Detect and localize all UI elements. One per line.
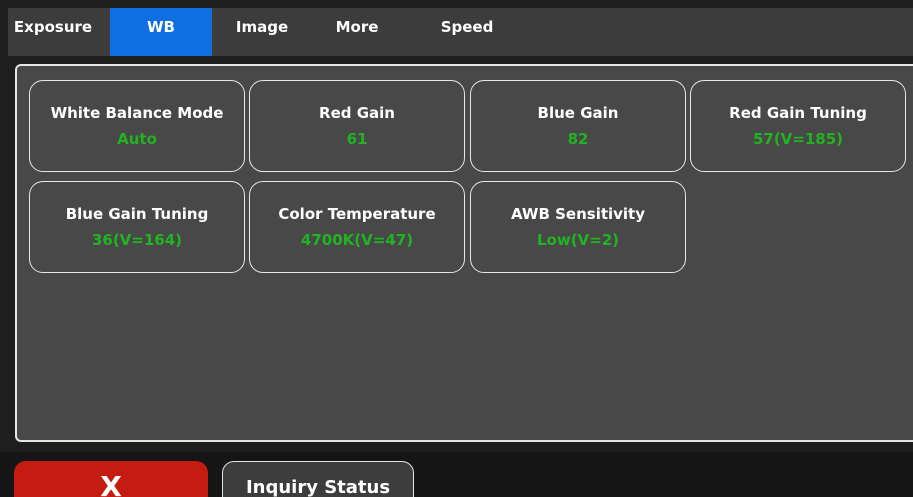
setting-label: Red Gain Tuning	[729, 104, 867, 122]
close-button[interactable]: X	[14, 461, 208, 497]
tab-exposure[interactable]: Exposure	[8, 8, 98, 56]
color-temperature-card[interactable]: Color Temperature 4700K(V=47)	[249, 181, 465, 273]
setting-label: Color Temperature	[278, 205, 436, 223]
setting-value: 61	[346, 130, 368, 148]
setting-value: Auto	[117, 130, 157, 148]
tab-more[interactable]: More	[324, 8, 390, 56]
setting-label: Blue Gain	[537, 104, 619, 122]
setting-value: 82	[567, 130, 589, 148]
blue-gain-tuning-card[interactable]: Blue Gain Tuning 36(V=164)	[29, 181, 245, 273]
tab-bar: Exposure WB Image More Speed	[8, 8, 913, 56]
setting-label: Red Gain	[319, 104, 395, 122]
tab-image[interactable]: Image	[226, 8, 298, 56]
app-window: Exposure WB Image More Speed White Balan…	[0, 0, 913, 497]
awb-sensitivity-card[interactable]: AWB Sensitivity Low(V=2)	[470, 181, 686, 273]
setting-label: AWB Sensitivity	[510, 205, 646, 223]
tab-speed[interactable]: Speed	[432, 8, 502, 56]
setting-value: 57(V=185)	[752, 130, 844, 148]
inquiry-status-button[interactable]: Inquiry Status	[222, 461, 414, 497]
settings-panel: White Balance Mode Auto Red Gain 61 Blue…	[15, 64, 913, 442]
white-balance-mode-card[interactable]: White Balance Mode Auto	[29, 80, 245, 172]
setting-value: 36(V=164)	[91, 231, 183, 249]
red-gain-tuning-card[interactable]: Red Gain Tuning 57(V=185)	[690, 80, 906, 172]
setting-label: White Balance Mode	[50, 104, 224, 122]
red-gain-card[interactable]: Red Gain 61	[249, 80, 465, 172]
blue-gain-card[interactable]: Blue Gain 82	[470, 80, 686, 172]
setting-value: Low(V=2)	[536, 231, 620, 249]
setting-label: Blue Gain Tuning	[65, 205, 209, 223]
tab-wb[interactable]: WB	[110, 8, 212, 56]
setting-value: 4700K(V=47)	[300, 231, 414, 249]
